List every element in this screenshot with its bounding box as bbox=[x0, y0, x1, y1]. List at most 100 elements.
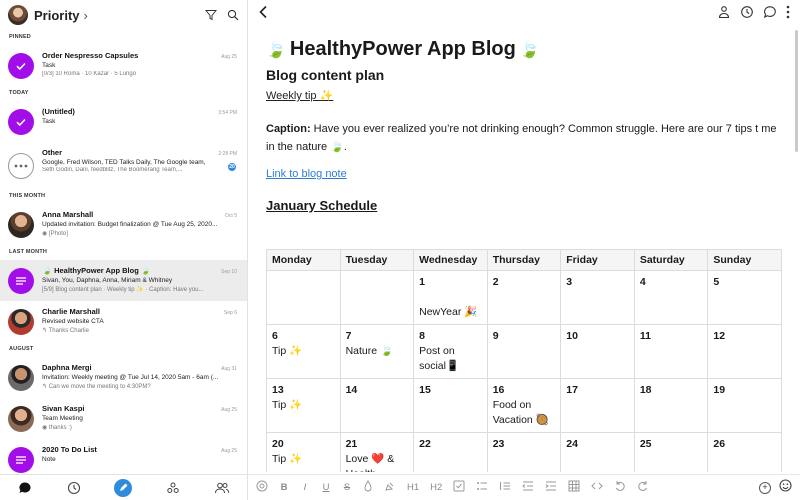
calendar-day-cell[interactable]: 16 Food on Vacation 🥘 bbox=[486, 378, 562, 433]
item-preview: ↰ Thanks Charlie bbox=[42, 328, 89, 334]
calendar-day-cell[interactable]: 9 bbox=[486, 324, 562, 379]
calendar-day-cell[interactable]: 23 bbox=[486, 432, 562, 472]
mention-icon[interactable] bbox=[256, 479, 268, 497]
day-event: Tip ✨ bbox=[272, 345, 303, 357]
calendar-day-cell[interactable]: 7 Nature 🍃 bbox=[339, 324, 415, 379]
table-icon[interactable] bbox=[568, 479, 580, 497]
calendar-day-cell[interactable] bbox=[266, 270, 341, 325]
calendar-day-cell[interactable]: 6 Tip ✨ bbox=[266, 324, 341, 379]
list-item[interactable]: Sivan Kaspi Aug 25 Team Meeting ◉ thanks … bbox=[0, 398, 247, 439]
compose-icon[interactable] bbox=[114, 478, 133, 497]
list-header: Priority › bbox=[0, 0, 247, 30]
bulleted-list-icon[interactable] bbox=[476, 479, 488, 497]
list-item[interactable]: Order Nespresso Capsules Aug 25 Task [0/3… bbox=[0, 45, 247, 86]
calendar-day-cell[interactable]: 20 Tip ✨ bbox=[266, 432, 341, 472]
item-date: Aug 25 bbox=[221, 448, 237, 454]
note-pane: 🍃 HealthyPower App Blog 🍃 Blog content p… bbox=[248, 0, 800, 500]
calendar-day-cell[interactable]: 13 Tip ✨ bbox=[266, 378, 341, 433]
outdent-icon[interactable] bbox=[522, 479, 534, 497]
calendar-day-cell[interactable]: 10 bbox=[560, 324, 635, 379]
add-button[interactable]: + bbox=[759, 481, 771, 494]
calendar-day-cell[interactable]: 18 bbox=[633, 378, 709, 433]
underline-button[interactable]: U bbox=[321, 482, 331, 493]
contacts-icon[interactable] bbox=[213, 479, 231, 497]
conversation-list-pane: Priority › PINNED Order Nespresso Capsul… bbox=[0, 0, 248, 500]
strikethrough-button[interactable]: S bbox=[342, 482, 352, 493]
list-item[interactable]: Daphna Mergi Aug 31 Invitation: Weekly me… bbox=[0, 357, 247, 398]
list-item-selected[interactable]: 🍃 HealthyPower App Blog 🍃 Sep 10 Sivan, Y… bbox=[0, 260, 247, 301]
calendar-day-cell[interactable]: 25 bbox=[633, 432, 709, 472]
filter-icon[interactable] bbox=[205, 9, 217, 21]
redo-icon[interactable] bbox=[637, 479, 649, 497]
calendar-day-cell[interactable]: 19 bbox=[707, 378, 782, 433]
day-number: 18 bbox=[639, 384, 652, 396]
calendar-day-cell[interactable]: 5 bbox=[707, 270, 782, 325]
chevron-right-icon[interactable]: › bbox=[84, 8, 88, 23]
scrollbar[interactable] bbox=[795, 30, 798, 152]
calendar-day-cell[interactable]: 11 bbox=[633, 324, 709, 379]
calendar-day-cell[interactable]: 3 bbox=[560, 270, 635, 325]
calendar-week-row: 13 Tip ✨ 14 15 16 Food on Vacation 🥘 17 18 19 bbox=[266, 378, 782, 433]
back-chevron-icon[interactable] bbox=[258, 5, 268, 24]
day-number: 12 bbox=[713, 330, 726, 342]
heading2-button[interactable]: H2 bbox=[430, 482, 442, 493]
bold-button[interactable]: B bbox=[279, 482, 289, 493]
item-name: Anna Marshall bbox=[42, 210, 94, 219]
calendar-day-cell[interactable]: 12 bbox=[707, 324, 782, 379]
comment-icon[interactable] bbox=[763, 5, 777, 24]
list-item[interactable]: Anna Marshall Oct 5 Updated invitation: B… bbox=[0, 204, 247, 245]
italic-button[interactable]: I bbox=[300, 482, 310, 493]
day-number: 16 bbox=[492, 384, 505, 396]
emoji-icon[interactable] bbox=[779, 478, 792, 497]
calendar-day-cell[interactable]: 24 bbox=[560, 432, 635, 472]
more-vertical-icon[interactable] bbox=[786, 5, 790, 24]
code-icon[interactable] bbox=[591, 479, 604, 497]
section-today: TODAY bbox=[9, 90, 29, 96]
calendar-day-cell[interactable]: 26 bbox=[707, 432, 782, 472]
heading1-button[interactable]: H1 bbox=[407, 482, 419, 493]
indent-icon[interactable] bbox=[545, 479, 557, 497]
calendar-day-cell[interactable]: 17 bbox=[560, 378, 635, 433]
list-item[interactable]: Charlie Marshall Sep 6 Revised website CT… bbox=[0, 301, 247, 342]
user-avatar[interactable] bbox=[8, 5, 28, 25]
note-title: 🍃 HealthyPower App Blog 🍃 bbox=[266, 38, 540, 60]
note-subtitle: Blog content plan bbox=[266, 67, 385, 83]
blog-note-link[interactable]: Link to blog note bbox=[266, 168, 786, 180]
calendar-day-cell[interactable]: 4 bbox=[633, 270, 709, 325]
day-number: 25 bbox=[639, 438, 652, 450]
item-preview: ↰ Can we move the meeting to 4:30PM? bbox=[42, 384, 151, 390]
reply-icon: ↰ bbox=[42, 328, 49, 334]
chat-icon[interactable] bbox=[16, 479, 34, 497]
folder-title[interactable]: Priority bbox=[34, 8, 80, 23]
list-item[interactable]: (Untitled) 3:54 PM Task bbox=[0, 101, 247, 142]
calendar-week-row: 1 NewYear 🎉 2 3 4 5 bbox=[266, 270, 782, 325]
calendar-week-row: 20 Tip ✨ 21 Love ❤️ & Health 22 23 24 25 26 bbox=[266, 432, 782, 472]
calendar-day-cell[interactable] bbox=[339, 270, 415, 325]
note-body[interactable]: 🍃 HealthyPower App Blog 🍃 Blog content p… bbox=[266, 38, 786, 472]
item-subject: Note bbox=[42, 456, 56, 463]
calendar-day-cell[interactable]: 21 Love ❤️ & Health bbox=[339, 432, 415, 472]
text-color-icon[interactable] bbox=[363, 479, 373, 497]
groups-icon[interactable] bbox=[164, 479, 182, 497]
participants-icon[interactable] bbox=[717, 5, 731, 24]
day-number: 11 bbox=[639, 330, 651, 342]
calendar-day-cell[interactable]: 2 bbox=[486, 270, 562, 325]
calendar-day-cell[interactable]: 1 NewYear 🎉 bbox=[413, 270, 488, 325]
numbered-list-icon[interactable] bbox=[499, 479, 511, 497]
search-icon[interactable] bbox=[227, 9, 239, 21]
undo-icon[interactable] bbox=[614, 479, 626, 497]
day-number: 17 bbox=[566, 384, 578, 396]
highlight-icon[interactable] bbox=[384, 479, 396, 497]
calendar-day-cell[interactable]: 14 bbox=[339, 378, 415, 433]
item-date: Aug 25 bbox=[221, 407, 237, 413]
history-icon[interactable] bbox=[740, 5, 754, 24]
list-item[interactable]: Other 2:28 PM Google, Fred Wilson, TED Ta… bbox=[0, 142, 247, 189]
item-subject: Google, Fred Wilson, TED Talks Daily, Th… bbox=[42, 159, 206, 166]
item-subject: Team Meeting bbox=[42, 415, 83, 422]
calendar-day-cell[interactable]: 15 bbox=[413, 378, 488, 433]
day-number: 5 bbox=[713, 276, 720, 288]
calendar-day-cell[interactable]: 8 Post on social📱 bbox=[413, 324, 488, 379]
calendar-day-cell[interactable]: 22 bbox=[413, 432, 488, 472]
checklist-icon[interactable] bbox=[453, 479, 465, 497]
clock-icon[interactable] bbox=[65, 479, 83, 497]
